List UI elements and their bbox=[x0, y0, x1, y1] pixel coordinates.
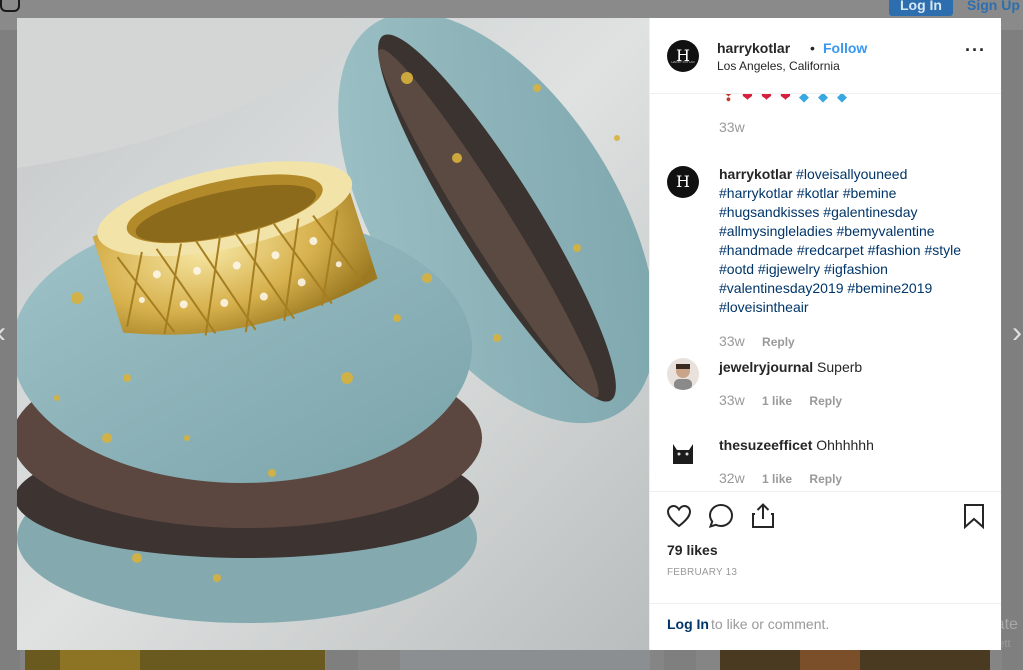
gem-icon: ◆ bbox=[837, 94, 847, 104]
comment-item: thesuzeefficet Ohhhhhh 32w 1 like Reply bbox=[650, 430, 1001, 491]
next-arrow-icon[interactable]: › bbox=[1012, 318, 1022, 348]
caption-hashtags[interactable]: #loveisallyouneed #harrykotlar #kotlar #… bbox=[719, 166, 961, 315]
comment-icon[interactable] bbox=[707, 502, 735, 530]
avatar-subtext: HARRY KOTLAR bbox=[671, 60, 695, 64]
macaron-ring-image bbox=[17, 18, 649, 650]
avatar-letter: H bbox=[676, 172, 690, 191]
login-button[interactable]: Log In bbox=[889, 0, 953, 16]
emoji-row: ❣ ❤ ❤ ❤ ◆ ◆ ◆ bbox=[723, 94, 856, 104]
instagram-logo-icon[interactable] bbox=[0, 0, 20, 12]
heart-icon[interactable] bbox=[665, 502, 693, 530]
likes-count[interactable]: 79 likes bbox=[667, 542, 718, 558]
comment-body: Ohhhhhh bbox=[816, 437, 874, 453]
comment-meta: 32w 1 like Reply bbox=[719, 470, 842, 486]
bookmark-icon[interactable] bbox=[960, 502, 988, 530]
comment-likes[interactable]: 1 like bbox=[762, 472, 792, 486]
login-link[interactable]: Log In bbox=[667, 616, 709, 632]
post-location[interactable]: Los Angeles, California bbox=[717, 59, 840, 73]
comment-body: Superb bbox=[817, 359, 863, 375]
comment-item: jewelryjournal Superb 33w 1 like Reply bbox=[650, 352, 1001, 422]
reply-button[interactable]: Reply bbox=[809, 394, 842, 408]
caption-username[interactable]: harrykotlar bbox=[719, 166, 792, 182]
comment-time: 32w bbox=[719, 470, 745, 486]
person-icon bbox=[674, 364, 692, 390]
commenter-avatar[interactable] bbox=[667, 436, 699, 468]
reply-button[interactable]: Reply bbox=[809, 472, 842, 486]
comment-time: 33w bbox=[719, 392, 745, 408]
post-date: FEBRUARY 13 bbox=[667, 567, 738, 578]
share-icon[interactable] bbox=[749, 502, 777, 530]
comments-list[interactable]: ❣ ❤ ❤ ❤ ◆ ◆ ◆ 33w H harrykotlar #loveisallyoun… bbox=[650, 94, 1001, 491]
previous-arrow-icon[interactable]: ‹ bbox=[0, 318, 6, 348]
gem-icon: ◆ bbox=[799, 94, 809, 104]
login-prompt-text: to like or comment. bbox=[711, 616, 830, 632]
comment-text: thesuzeefficet Ohhhhhh bbox=[719, 436, 981, 455]
caption-meta: 33w Reply bbox=[719, 333, 795, 349]
comment-meta: 33w 1 like Reply bbox=[719, 392, 842, 408]
heart-icon: ❤ bbox=[761, 94, 772, 104]
author-avatar[interactable]: H HARRY KOTLAR bbox=[667, 40, 699, 72]
post-header: H HARRY KOTLAR harrykotlar • Follow Los … bbox=[650, 18, 1001, 94]
gem-icon: ◆ bbox=[818, 94, 828, 104]
follow-button[interactable]: Follow bbox=[823, 40, 867, 56]
author-avatar[interactable]: H bbox=[667, 166, 699, 198]
comment-username[interactable]: thesuzeefficet bbox=[719, 437, 812, 453]
comment-text: jewelryjournal Superb bbox=[719, 358, 981, 377]
heart-exclamation-icon: ❣ bbox=[723, 94, 734, 104]
reply-button[interactable]: Reply bbox=[762, 335, 795, 349]
comment-username[interactable]: jewelryjournal bbox=[719, 359, 813, 375]
caption-time: 33w bbox=[719, 333, 745, 349]
post-modal: H HARRY KOTLAR harrykotlar • Follow Los … bbox=[17, 18, 1001, 650]
commenter-avatar[interactable] bbox=[667, 358, 699, 390]
author-username[interactable]: harrykotlar bbox=[717, 40, 790, 56]
caption-comment: H harrykotlar #loveisallyouneed #harryko… bbox=[650, 150, 1001, 350]
signup-link[interactable]: Sign Up bbox=[967, 0, 1020, 16]
previous-comment-time: 33w bbox=[719, 119, 745, 135]
post-photo[interactable] bbox=[17, 18, 649, 650]
post-actions: 79 likes FEBRUARY 13 Log In to like or c… bbox=[650, 491, 1001, 651]
separator-dot: • bbox=[810, 40, 815, 56]
post-side-panel: H HARRY KOTLAR harrykotlar • Follow Los … bbox=[649, 18, 1001, 650]
login-prompt: Log In to like or comment. bbox=[650, 603, 1001, 652]
ellipsis-icon[interactable]: ··· bbox=[965, 40, 986, 61]
heart-icon: ❤ bbox=[780, 94, 791, 104]
caption-text: harrykotlar #loveisallyouneed #harrykotl… bbox=[719, 165, 981, 317]
cat-icon bbox=[673, 444, 693, 464]
heart-icon: ❤ bbox=[742, 94, 753, 104]
comment-likes[interactable]: 1 like bbox=[762, 394, 792, 408]
